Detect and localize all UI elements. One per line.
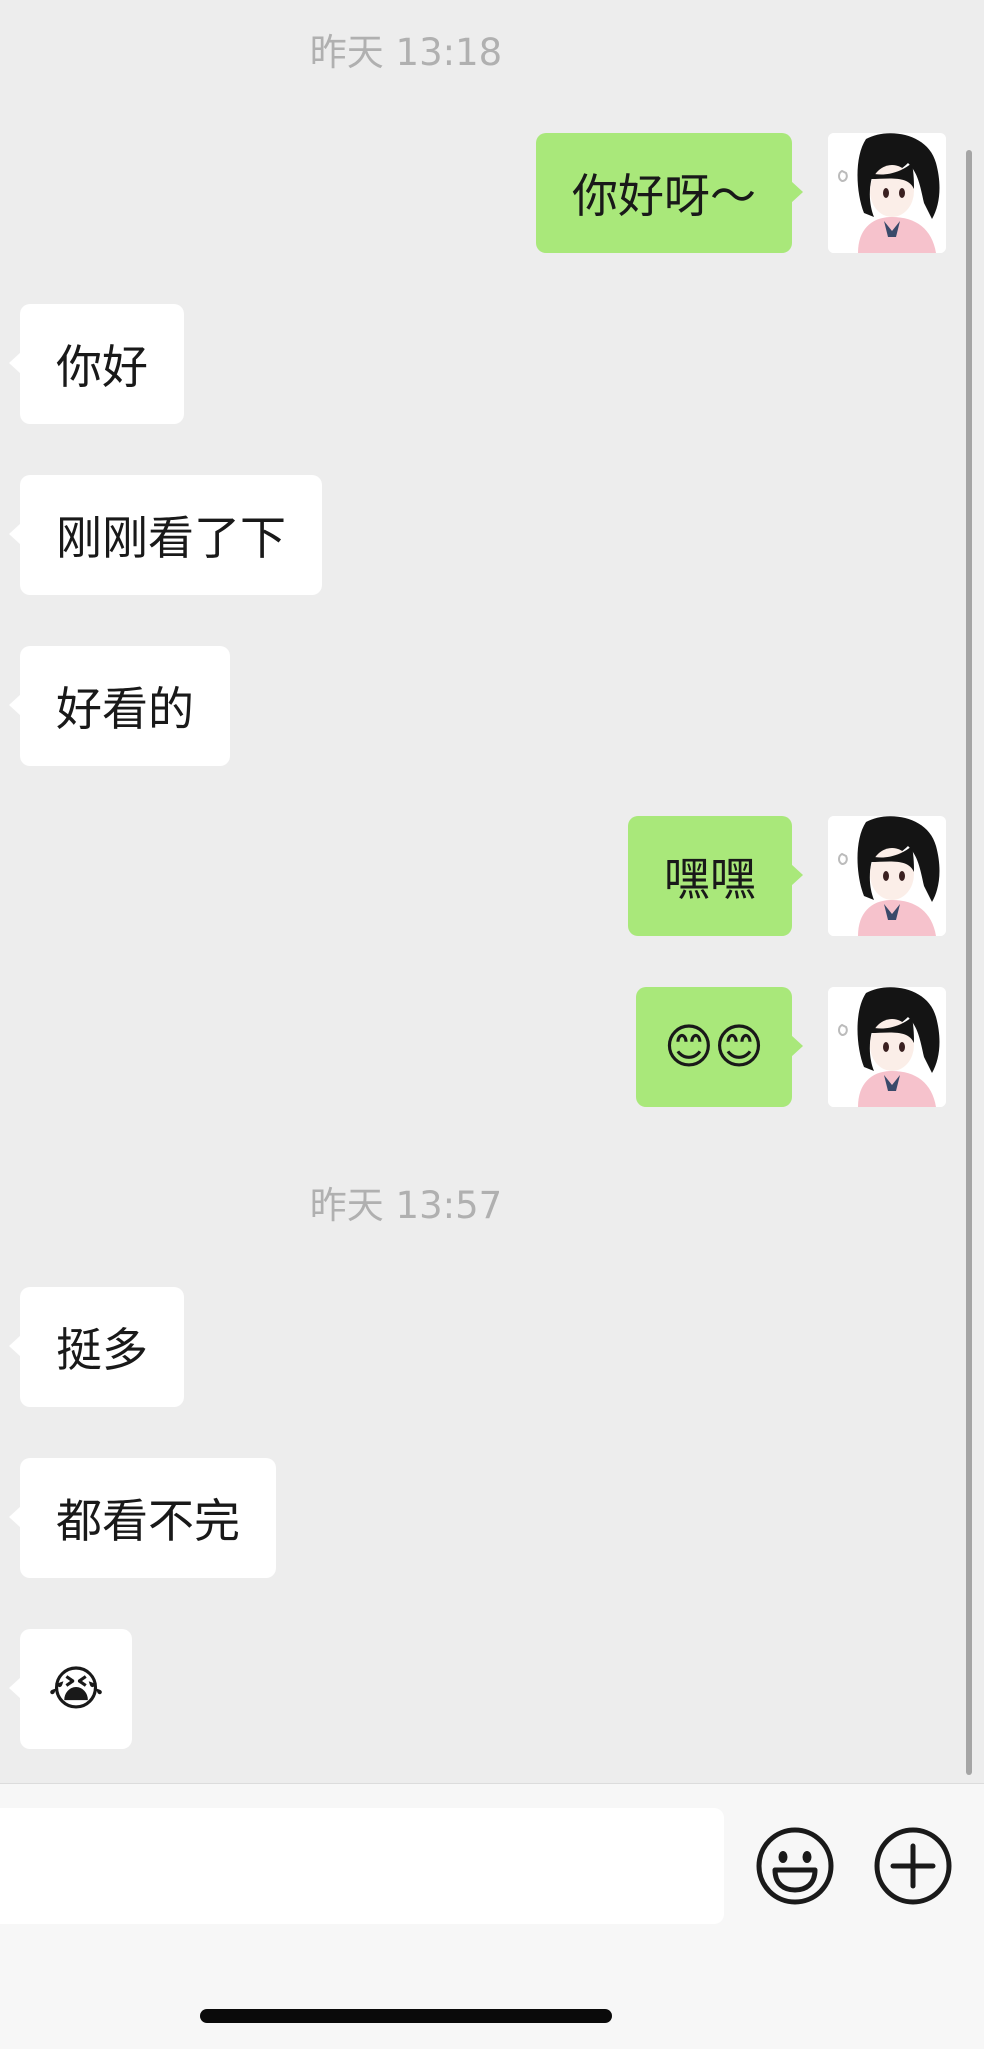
message-text: 嘿嘿 (664, 852, 756, 906)
anime-girl-avatar-icon (828, 133, 946, 253)
message-bubble-incoming[interactable]: 挺多 (9, 1287, 184, 1407)
message-text: 😭 (48, 1661, 105, 1717)
message-bubble-outgoing[interactable]: 你好呀～ (536, 133, 803, 253)
message-text: 都看不完 (56, 1494, 240, 1548)
message-text: 挺多 (56, 1323, 148, 1377)
chat-area[interactable]: 昨天 13:18 你好呀～ 你好 刚刚看了下 好看的 嘿嘿 😊😊 昨天 13:5… (0, 0, 984, 1783)
message-bubble-incoming[interactable]: 😭 (8, 1629, 133, 1749)
emoji-button[interactable] (755, 1826, 835, 1906)
more-button[interactable] (873, 1826, 953, 1906)
message-bubble-incoming[interactable]: 好看的 (9, 646, 230, 766)
avatar[interactable] (828, 987, 946, 1107)
message-text: 好看的 (56, 682, 194, 736)
message-text: 刚刚看了下 (56, 511, 286, 565)
message-text: 你好 (56, 340, 148, 394)
plus-circle-icon (874, 1827, 952, 1905)
message-bubble-outgoing[interactable]: 嘿嘿 (628, 816, 803, 936)
anime-girl-avatar-icon (828, 816, 946, 936)
message-bubble-incoming[interactable]: 都看不完 (9, 1458, 276, 1578)
avatar[interactable] (828, 816, 946, 936)
message-input[interactable] (0, 1808, 724, 1924)
avatar[interactable] (828, 133, 946, 253)
scrollbar[interactable] (966, 150, 972, 1775)
message-bubble-outgoing[interactable]: 😊😊 (635, 987, 804, 1107)
smiley-face-icon (756, 1827, 834, 1905)
message-text: 你好呀～ (572, 169, 756, 223)
message-text: 😊😊 (663, 1019, 764, 1075)
timestamp: 昨天 13:57 (309, 1184, 503, 1227)
message-bubble-incoming[interactable]: 刚刚看了下 (9, 475, 322, 595)
message-bubble-incoming[interactable]: 你好 (9, 304, 184, 424)
anime-girl-avatar-icon (828, 987, 946, 1107)
home-indicator[interactable] (200, 2009, 612, 2023)
timestamp: 昨天 13:18 (309, 31, 503, 74)
